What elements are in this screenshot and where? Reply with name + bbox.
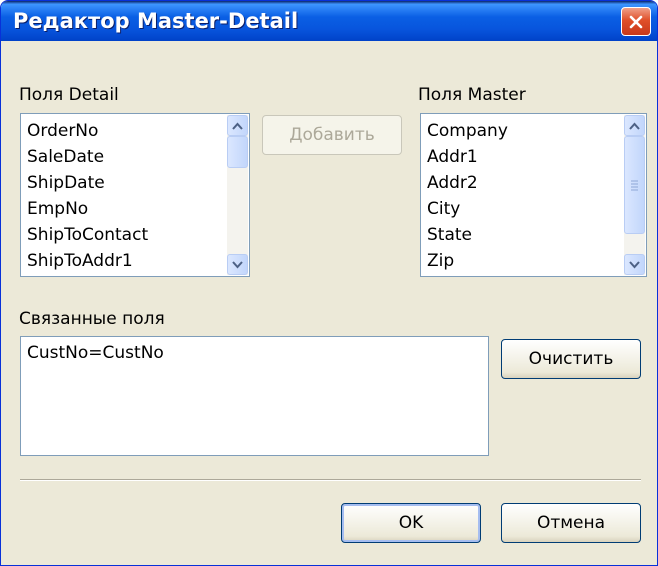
list-item[interactable]: ShipToContact — [21, 222, 227, 248]
dialog-client-area: Поля Detail OrderNo SaleDate ShipDate EmpNo… — [4, 41, 654, 562]
linked-fields-box[interactable]: CustNo=CustNo — [20, 336, 489, 456]
chevron-up-icon — [232, 122, 243, 130]
master-fields-listbox[interactable]: Company Addr1 Addr2 City State Zip — [420, 113, 647, 277]
list-item[interactable]: OrderNo — [21, 118, 227, 144]
list-item[interactable]: Zip — [421, 248, 624, 274]
window-title: Редактор Master-Detail — [13, 9, 299, 33]
master-scroll-thumb[interactable] — [624, 136, 645, 234]
master-detail-dialog: Редактор Master-Detail Поля Detail Order… — [0, 0, 658, 566]
detail-fields-items: OrderNo SaleDate ShipDate EmpNo ShipToContac… — [21, 114, 227, 276]
list-item[interactable]: ShipToAddr1 — [21, 248, 227, 274]
clear-button[interactable]: Очистить — [501, 339, 641, 379]
list-item[interactable]: Company — [421, 118, 624, 144]
linked-fields-value: CustNo=CustNo — [27, 343, 164, 363]
detail-scroll-down-button[interactable] — [227, 254, 248, 275]
ok-button-label: OK — [398, 513, 424, 533]
cancel-button[interactable]: Отмена — [501, 503, 641, 543]
master-scroll-down-button[interactable] — [624, 254, 645, 275]
master-fields-items: Company Addr1 Addr2 City State Zip — [421, 114, 624, 276]
list-item[interactable]: ShipToAddr2 — [21, 274, 227, 276]
master-scroll-up-button[interactable] — [624, 115, 645, 136]
title-bar[interactable]: Редактор Master-Detail — [1, 1, 657, 41]
chevron-down-icon — [232, 260, 243, 268]
separator-line — [20, 479, 641, 481]
list-item[interactable]: SaleDate — [21, 144, 227, 170]
add-button-label: Добавить — [289, 125, 375, 145]
ok-button[interactable]: OK — [341, 503, 481, 543]
chevron-up-icon — [629, 122, 640, 130]
list-item[interactable]: ShipDate — [21, 170, 227, 196]
list-item[interactable]: State — [421, 222, 624, 248]
detail-vertical-scrollbar[interactable] — [227, 115, 248, 275]
master-vertical-scrollbar[interactable] — [624, 115, 645, 275]
close-icon — [629, 15, 643, 28]
list-item[interactable]: Addr2 — [421, 170, 624, 196]
cancel-button-label: Отмена — [536, 513, 606, 533]
chevron-down-icon — [629, 260, 640, 268]
detail-fields-label: Поля Detail — [19, 85, 119, 105]
grip-icon — [631, 180, 638, 191]
detail-scroll-up-button[interactable] — [227, 115, 248, 136]
list-item[interactable]: Addr1 — [421, 144, 624, 170]
linked-fields-label: Связанные поля — [19, 309, 165, 329]
clear-button-label: Очистить — [528, 349, 614, 369]
detail-fields-listbox[interactable]: OrderNo SaleDate ShipDate EmpNo ShipToContac… — [20, 113, 250, 277]
list-item[interactable]: EmpNo — [21, 196, 227, 222]
detail-scroll-thumb[interactable] — [227, 136, 248, 168]
list-item[interactable]: City — [421, 196, 624, 222]
master-fields-label: Поля Master — [418, 85, 526, 105]
add-button[interactable]: Добавить — [262, 115, 402, 155]
close-button[interactable] — [621, 7, 651, 36]
